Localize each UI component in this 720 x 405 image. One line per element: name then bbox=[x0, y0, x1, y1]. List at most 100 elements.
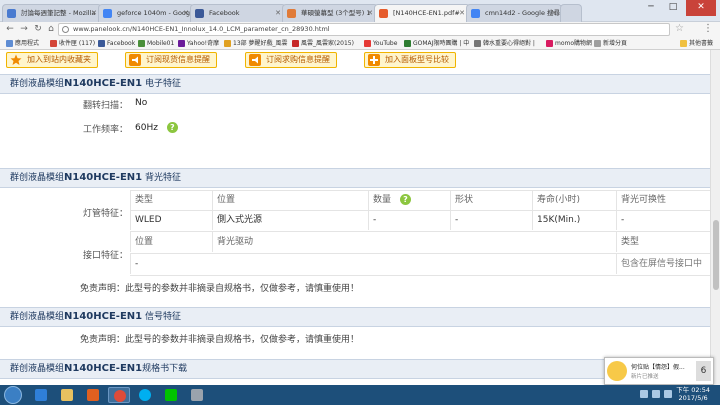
system-clock[interactable]: 下午 02:54 2017/5/6 bbox=[676, 386, 710, 402]
tab-label: cmn14d2 - Google 搜尋 bbox=[485, 9, 561, 17]
bookmark-page-icon bbox=[474, 40, 481, 47]
table-cell: - bbox=[130, 254, 212, 274]
browser-tab-active[interactable]: [N140HCE-EN1.pdf# ✕ bbox=[374, 4, 470, 22]
section-header-electrical: 群创液晶模组N140HCE-EN1 电子特征 bbox=[0, 74, 710, 94]
start-button[interactable] bbox=[4, 386, 22, 404]
table-header: 位置 bbox=[130, 232, 212, 252]
clock-time: 下午 02:54 bbox=[676, 386, 710, 394]
table-header: 位置 bbox=[212, 190, 368, 210]
add-favorite-button[interactable]: 加入到站内收藏夹 bbox=[6, 52, 98, 68]
bookmark-item[interactable]: 收件匣 (117) bbox=[50, 38, 95, 49]
table-cell: 15K(Min.) bbox=[532, 210, 616, 230]
notification-popup[interactable]: 何位贴【情怨】假... 新片已推送 6 bbox=[604, 357, 714, 385]
spec-value: 60Hz bbox=[135, 123, 158, 133]
browser-tab[interactable]: Facebook ✕ bbox=[190, 4, 286, 22]
home-icon[interactable]: ⌂ bbox=[45, 23, 57, 36]
button-label: 订阅求购信息提醒 bbox=[266, 55, 330, 64]
bookmark-item[interactable]: 風雲_風雲家(2015) bbox=[292, 38, 354, 49]
momo-icon bbox=[546, 40, 553, 47]
yahoo-icon bbox=[178, 40, 185, 47]
taskbar-item[interactable] bbox=[82, 387, 104, 403]
youtube-icon bbox=[364, 40, 371, 47]
minimize-button[interactable]: ─ bbox=[640, 0, 662, 16]
network-icon[interactable] bbox=[640, 390, 648, 398]
notification-title: 何位贴【情怨】假... bbox=[631, 364, 685, 371]
add-compare-button[interactable]: 加入面板型号比较 bbox=[364, 52, 456, 68]
url-text: www.panelook.cn/N140HCE-EN1_Innolux_14.0… bbox=[73, 25, 330, 33]
new-tab-page-icon bbox=[594, 40, 601, 47]
model-name: N140HCE-EN1 bbox=[64, 363, 143, 374]
subscribe-purchase-button[interactable]: 订阅求购信息提醒 bbox=[245, 52, 337, 68]
back-icon[interactable]: ← bbox=[4, 23, 16, 36]
notification-avatar bbox=[607, 361, 627, 381]
table-line bbox=[130, 275, 710, 276]
help-icon[interactable]: ? bbox=[166, 122, 178, 133]
tab-favicon-icon bbox=[471, 9, 480, 18]
bookmark-star-icon[interactable]: ☆ bbox=[675, 23, 684, 34]
page-scrollbar[interactable] bbox=[710, 50, 720, 385]
bookmark-item[interactable]: 新增分頁 bbox=[594, 38, 627, 49]
table-cell: - bbox=[368, 210, 450, 230]
facebook-icon bbox=[98, 40, 105, 47]
menu-icon[interactable]: ⋮ bbox=[703, 23, 713, 34]
maximize-button[interactable]: □ bbox=[662, 0, 684, 16]
gmail-icon bbox=[50, 40, 57, 47]
spec-value: No bbox=[135, 98, 148, 108]
browser-tab[interactable]: 討論每週筆記整 - Mozilla ✕ bbox=[2, 4, 102, 22]
tab-label: geforce 1040m - Googl bbox=[117, 9, 192, 17]
address-bar[interactable]: www.panelook.cn/N140HCE-EN1_Innolux_14.0… bbox=[58, 23, 670, 36]
table-cell: - bbox=[616, 210, 710, 230]
close-icon[interactable]: ✕ bbox=[459, 5, 465, 22]
tray-flag-icon[interactable] bbox=[664, 390, 672, 398]
tab-strip: 討論每週筆記整 - Mozilla ✕ geforce 1040m - Goog… bbox=[0, 0, 720, 22]
bookmark-page-icon bbox=[224, 40, 231, 47]
taskbar-item[interactable] bbox=[56, 387, 78, 403]
table-header: 形状 bbox=[450, 190, 532, 210]
clock-date: 2017/5/6 bbox=[678, 394, 708, 402]
notification-subtitle: 新片已推送 bbox=[631, 374, 659, 380]
forward-icon[interactable]: → bbox=[18, 23, 30, 36]
spec-row: 工作频率： 60Hz ? bbox=[0, 120, 710, 138]
bookmark-item[interactable]: GOMAJ限時團購 | 中 bbox=[404, 38, 469, 49]
spec-label: 翻转扫描： bbox=[82, 101, 128, 111]
close-icon[interactable]: ✕ bbox=[551, 5, 557, 22]
scrollbar-thumb[interactable] bbox=[713, 220, 719, 290]
browser-tab[interactable]: cmn14d2 - Google 搜尋 ✕ bbox=[466, 4, 562, 22]
close-icon[interactable]: ✕ bbox=[91, 5, 97, 22]
spec-row: 翻转扫描： No bbox=[0, 98, 710, 116]
folder-icon bbox=[680, 40, 687, 47]
table-cell: WLED bbox=[130, 210, 212, 230]
other-bookmarks[interactable]: 其他書籤 bbox=[680, 38, 713, 49]
browser-tab[interactable]: geforce 1040m - Googl ✕ bbox=[98, 4, 194, 22]
bookmark-item[interactable]: 應用程式 bbox=[6, 38, 39, 49]
close-icon[interactable]: ✕ bbox=[367, 5, 373, 22]
close-icon[interactable]: ✕ bbox=[275, 5, 281, 22]
taskbar-item[interactable] bbox=[30, 387, 52, 403]
bookmark-item[interactable]: Mobile01 bbox=[138, 38, 174, 49]
volume-icon[interactable] bbox=[652, 390, 660, 398]
tab-favicon-icon bbox=[7, 9, 16, 18]
bookmark-item[interactable]: Yahoo!奇摩 bbox=[178, 38, 219, 49]
bookmark-item[interactable]: 13部 夢醒好戲_風雲 bbox=[224, 38, 288, 49]
reload-icon[interactable]: ↻ bbox=[32, 23, 44, 36]
taskbar-item[interactable] bbox=[160, 387, 182, 403]
bookmark-item[interactable]: momo購物網 bbox=[546, 38, 592, 49]
taskbar-item-chrome[interactable] bbox=[108, 387, 130, 403]
new-tab-button[interactable] bbox=[560, 4, 582, 22]
browser-tab[interactable]: 華碩螢幕型 (3个型号) 1 ✕ bbox=[282, 4, 378, 22]
close-window-button[interactable]: ✕ bbox=[686, 0, 716, 16]
bookmark-item[interactable]: 韓水重要心得絕對 | bbox=[474, 38, 535, 49]
tab-favicon-icon bbox=[103, 9, 112, 18]
taskbar-item[interactable] bbox=[186, 387, 208, 403]
bookmark-item[interactable]: YouTube bbox=[364, 38, 397, 49]
mobile01-icon bbox=[138, 40, 145, 47]
bookmark-item[interactable]: Facebook bbox=[98, 38, 135, 49]
page-info-icon[interactable] bbox=[62, 26, 69, 33]
subscribe-stock-button[interactable]: 订阅现货信息提醒 bbox=[125, 52, 217, 68]
taskbar-item[interactable] bbox=[134, 387, 156, 403]
line-icon bbox=[165, 389, 177, 401]
tab-label: Facebook bbox=[209, 9, 240, 17]
close-icon[interactable]: ✕ bbox=[183, 5, 189, 22]
help-icon[interactable]: ? bbox=[399, 194, 411, 205]
model-name: N140HCE-EN1 bbox=[64, 78, 143, 89]
